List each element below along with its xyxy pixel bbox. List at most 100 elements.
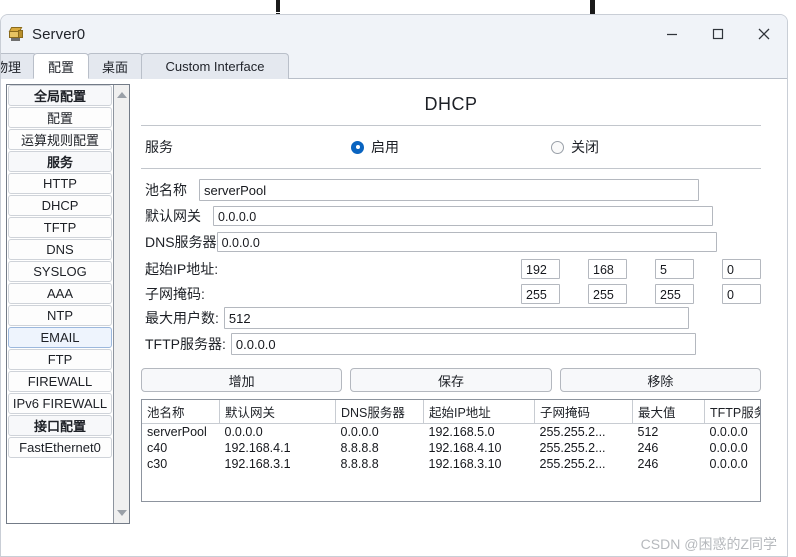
sidebar-item-ftp[interactable]: FTP [8,349,112,370]
sidebar-item-fastethernet0[interactable]: FastEthernet0 [8,437,112,458]
sidebar-item-aaa[interactable]: AAA [8,283,112,304]
sidebar-item-ipv6-firewall[interactable]: IPv6 FIREWALL [8,393,112,414]
start-ip-label: 起始IP地址: [145,260,219,277]
watermark: CSDN @困惑的Z同学 [640,536,777,552]
cell-max: 246 [637,441,659,455]
cell-subnet: 255.255.2... [539,425,606,439]
col-header-gateway[interactable]: 默认网关 [219,400,336,424]
cell-start-ip: 192.168.5.0 [428,425,495,439]
minimize-button[interactable] [649,15,695,53]
table-row[interactable]: c30 192.168.3.1 8.8.8.8 192.168.3.10 255… [142,456,760,472]
sidebar-item-tftp[interactable]: TFTP [8,217,112,238]
cell-max: 512 [637,425,659,439]
cell-subnet: 255.255.2... [539,457,606,471]
start-ip-octet-3[interactable]: 5 [655,258,694,279]
default-gateway-input[interactable]: 0.0.0.0 [213,206,713,226]
close-button[interactable] [741,15,787,53]
scroll-down-arrow-icon[interactable] [114,505,130,521]
start-ip-octets: 192 168 5 0 [521,258,761,279]
cell-max: 246 [637,457,659,471]
col-header-subnet[interactable]: 子网掩码 [534,400,633,424]
radio-unchecked-icon [551,140,564,154]
save-button[interactable]: 保存 [350,368,552,392]
tftp-server-row: TFTP服务器: 0.0.0.0 [141,332,761,356]
subnet-mask-octet-1[interactable]: 255 [521,283,560,304]
cell-dns: 8.8.8.8 [340,441,379,455]
cell-tftp: 0.0.0.0 [709,457,748,471]
tftp-server-label: TFTP服务器: [145,336,226,352]
sidebar-list: 全局配置 配置 运算规则配置 服务 HTTP DHCP TFTP DNS SYS… [7,85,113,523]
sidebar-item-global-config: 全局配置 [8,85,112,106]
col-header-start-ip[interactable]: 起始IP地址 [423,400,535,424]
server-icon [8,25,26,43]
remove-button[interactable]: 移除 [559,368,761,392]
pool-name-label: 池名称 [145,182,187,198]
window-title: Server0 [32,25,86,43]
start-ip-octet-2[interactable]: 168 [588,258,627,279]
sidebar-item-syslog[interactable]: SYSLOG [8,261,112,282]
clipped-artifact-mark [590,0,595,14]
max-users-row: 最大用户数: 512 [141,306,761,330]
cell-subnet: 255.255.2... [539,441,606,455]
service-on-radio[interactable]: 启用 [351,137,399,157]
col-header-max[interactable]: 最大值 [632,400,705,424]
subnet-mask-octets: 255 255 255 0 [521,283,761,304]
subnet-mask-octet-2[interactable]: 255 [588,283,627,304]
sidebar-item-firewall[interactable]: FIREWALL [8,371,112,392]
default-gateway-row: 默认网关 0.0.0.0 [141,204,761,228]
scroll-up-arrow-icon[interactable] [114,87,130,103]
sidebar-scrollbar[interactable] [113,85,129,523]
sidebar-item-dhcp[interactable]: DHCP [8,195,112,216]
tab-physical[interactable]: 物理 [1,53,37,79]
clipped-artifact-mark [276,0,280,12]
title-bar: Server0 [1,15,787,53]
max-users-input[interactable]: 512 [223,307,689,329]
cell-tftp: 0.0.0.0 [709,441,748,455]
table-row[interactable]: serverPool 0.0.0.0 0.0.0.0 192.168.5.0 2… [142,424,760,441]
subnet-mask-label: 子网掩码: [145,285,205,302]
sidebar-item-email[interactable]: EMAIL [8,327,112,348]
start-ip-octet-1[interactable]: 192 [521,258,560,279]
minimize-icon [667,33,677,36]
cell-pool-name: c30 [147,457,168,471]
tftp-server-input[interactable]: 0.0.0.0 [230,333,696,355]
sidebar-item-algorithm-rules[interactable]: 运算规则配置 [8,129,112,150]
sidebar-item-services: 服务 [8,151,112,172]
cell-tftp: 0.0.0.0 [709,425,748,439]
dns-server-label: DNS服务器 [145,234,217,250]
dhcp-form: 池名称 serverPool 默认网关 0.0.0.0 DNS服务器 0.0.0… [141,169,761,356]
subnet-mask-octet-3[interactable]: 255 [655,283,694,304]
sidebar: 全局配置 配置 运算规则配置 服务 HTTP DHCP TFTP DNS SYS… [6,84,130,524]
tab-custom-interface[interactable]: Custom Interface [141,53,289,79]
tab-config[interactable]: 配置 [33,53,89,79]
col-header-pool-name[interactable]: 池名称 [142,400,220,424]
screenshot-root: Server0 理 配置 桌面 Custom Interface 全局配置 配置… [0,0,796,557]
dns-server-input[interactable]: 0.0.0.0 [216,232,717,252]
sidebar-item-http[interactable]: HTTP [8,173,112,194]
cell-gateway: 0.0.0.0 [224,425,263,439]
add-button[interactable]: 增加 [141,368,343,392]
col-header-dns[interactable]: DNS服务器 [335,400,424,424]
col-header-tftp[interactable]: TFTP服务 [704,400,760,424]
window-controls [649,15,787,53]
service-off-radio[interactable]: 关闭 [551,137,599,157]
start-ip-octet-4[interactable]: 0 [722,258,761,279]
start-ip-row: 起始IP地址: 192 168 5 0 [141,256,761,281]
cell-start-ip: 192.168.4.10 [428,441,502,455]
sidebar-item-config[interactable]: 配置 [8,107,112,128]
pool-name-input[interactable]: serverPool [199,179,699,201]
cell-dns: 8.8.8.8 [340,457,379,471]
table-header-row: 池名称 默认网关 DNS服务器 起始IP地址 子网掩码 最大值 TFTP服务 [142,400,760,424]
cell-dns: 0.0.0.0 [340,425,379,439]
default-gateway-label: 默认网关 [145,208,201,224]
pool-name-row: 池名称 serverPool [141,178,761,202]
maximize-button[interactable] [695,15,741,53]
tab-desktop[interactable]: 桌面 [87,53,143,79]
service-off-label: 关闭 [571,139,599,155]
sidebar-item-dns[interactable]: DNS [8,239,112,260]
dhcp-pool-table[interactable]: 池名称 默认网关 DNS服务器 起始IP地址 子网掩码 最大值 TFTP服务 s… [141,399,761,502]
server-config-window: Server0 理 配置 桌面 Custom Interface 全局配置 配置… [0,14,788,557]
subnet-mask-octet-4[interactable]: 0 [722,283,761,304]
sidebar-item-ntp[interactable]: NTP [8,305,112,326]
table-row[interactable]: c40 192.168.4.1 8.8.8.8 192.168.4.10 255… [142,440,760,456]
